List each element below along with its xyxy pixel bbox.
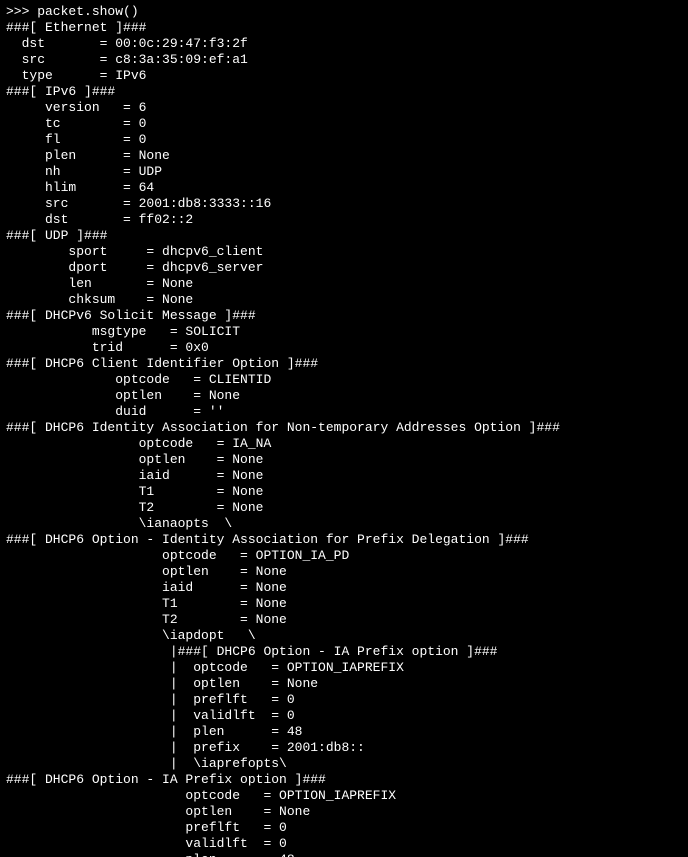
field-line: trid = 0x0	[6, 340, 682, 356]
subfield-line: | optcode = OPTION_IAPREFIX	[6, 660, 682, 676]
terminal-output: >>> packet.show()###[ Ethernet ]### dst …	[0, 0, 688, 857]
field-line: optlen = None	[6, 388, 682, 404]
field-line: plen = None	[6, 148, 682, 164]
field-line: optcode = IA_NA	[6, 436, 682, 452]
subtrailer-line: | \iaprefopts\	[6, 756, 682, 772]
trailer-line: \ianaopts \	[6, 516, 682, 532]
layer-header: ###[ Ethernet ]###	[6, 20, 682, 36]
layer-header: ###[ DHCP6 Option - Identity Association…	[6, 532, 682, 548]
subfield-line: | prefix = 2001:db8::	[6, 740, 682, 756]
field-line: len = None	[6, 276, 682, 292]
field-line: iaid = None	[6, 580, 682, 596]
field-line: validlft = 0	[6, 836, 682, 852]
field-line: T2 = None	[6, 500, 682, 516]
field-line: version = 6	[6, 100, 682, 116]
subfield-line: | validlft = 0	[6, 708, 682, 724]
field-line: optlen = None	[6, 452, 682, 468]
sublayer-header: |###[ DHCP6 Option - IA Prefix option ]#…	[6, 644, 682, 660]
field-line: src = 2001:db8:3333::16	[6, 196, 682, 212]
field-line: sport = dhcpv6_client	[6, 244, 682, 260]
layer-header: ###[ DHCP6 Option - IA Prefix option ]##…	[6, 772, 682, 788]
layer-header: ###[ DHCP6 Identity Association for Non-…	[6, 420, 682, 436]
subfield-line: | preflft = 0	[6, 692, 682, 708]
field-line: iaid = None	[6, 468, 682, 484]
field-line: type = IPv6	[6, 68, 682, 84]
trailer-line: \iapdopt \	[6, 628, 682, 644]
field-line: msgtype = SOLICIT	[6, 324, 682, 340]
field-line: hlim = 64	[6, 180, 682, 196]
field-line: preflft = 0	[6, 820, 682, 836]
subfield-line: | plen = 48	[6, 724, 682, 740]
field-line: nh = UDP	[6, 164, 682, 180]
field-line: dport = dhcpv6_server	[6, 260, 682, 276]
layer-header: ###[ DHCP6 Client Identifier Option ]###	[6, 356, 682, 372]
field-line: T1 = None	[6, 596, 682, 612]
field-line: optcode = CLIENTID	[6, 372, 682, 388]
layer-header: ###[ DHCPv6 Solicit Message ]###	[6, 308, 682, 324]
field-line: optlen = None	[6, 564, 682, 580]
field-line: tc = 0	[6, 116, 682, 132]
field-line: optcode = OPTION_IA_PD	[6, 548, 682, 564]
field-line: plen = 48	[6, 852, 682, 857]
field-line: optcode = OPTION_IAPREFIX	[6, 788, 682, 804]
field-line: duid = ''	[6, 404, 682, 420]
subfield-line: | optlen = None	[6, 676, 682, 692]
field-line: T1 = None	[6, 484, 682, 500]
python-prompt: >>> packet.show()	[6, 4, 682, 20]
field-line: optlen = None	[6, 804, 682, 820]
field-line: dst = ff02::2	[6, 212, 682, 228]
field-line: fl = 0	[6, 132, 682, 148]
field-line: src = c8:3a:35:09:ef:a1	[6, 52, 682, 68]
layer-header: ###[ UDP ]###	[6, 228, 682, 244]
field-line: dst = 00:0c:29:47:f3:2f	[6, 36, 682, 52]
layer-header: ###[ IPv6 ]###	[6, 84, 682, 100]
field-line: chksum = None	[6, 292, 682, 308]
field-line: T2 = None	[6, 612, 682, 628]
